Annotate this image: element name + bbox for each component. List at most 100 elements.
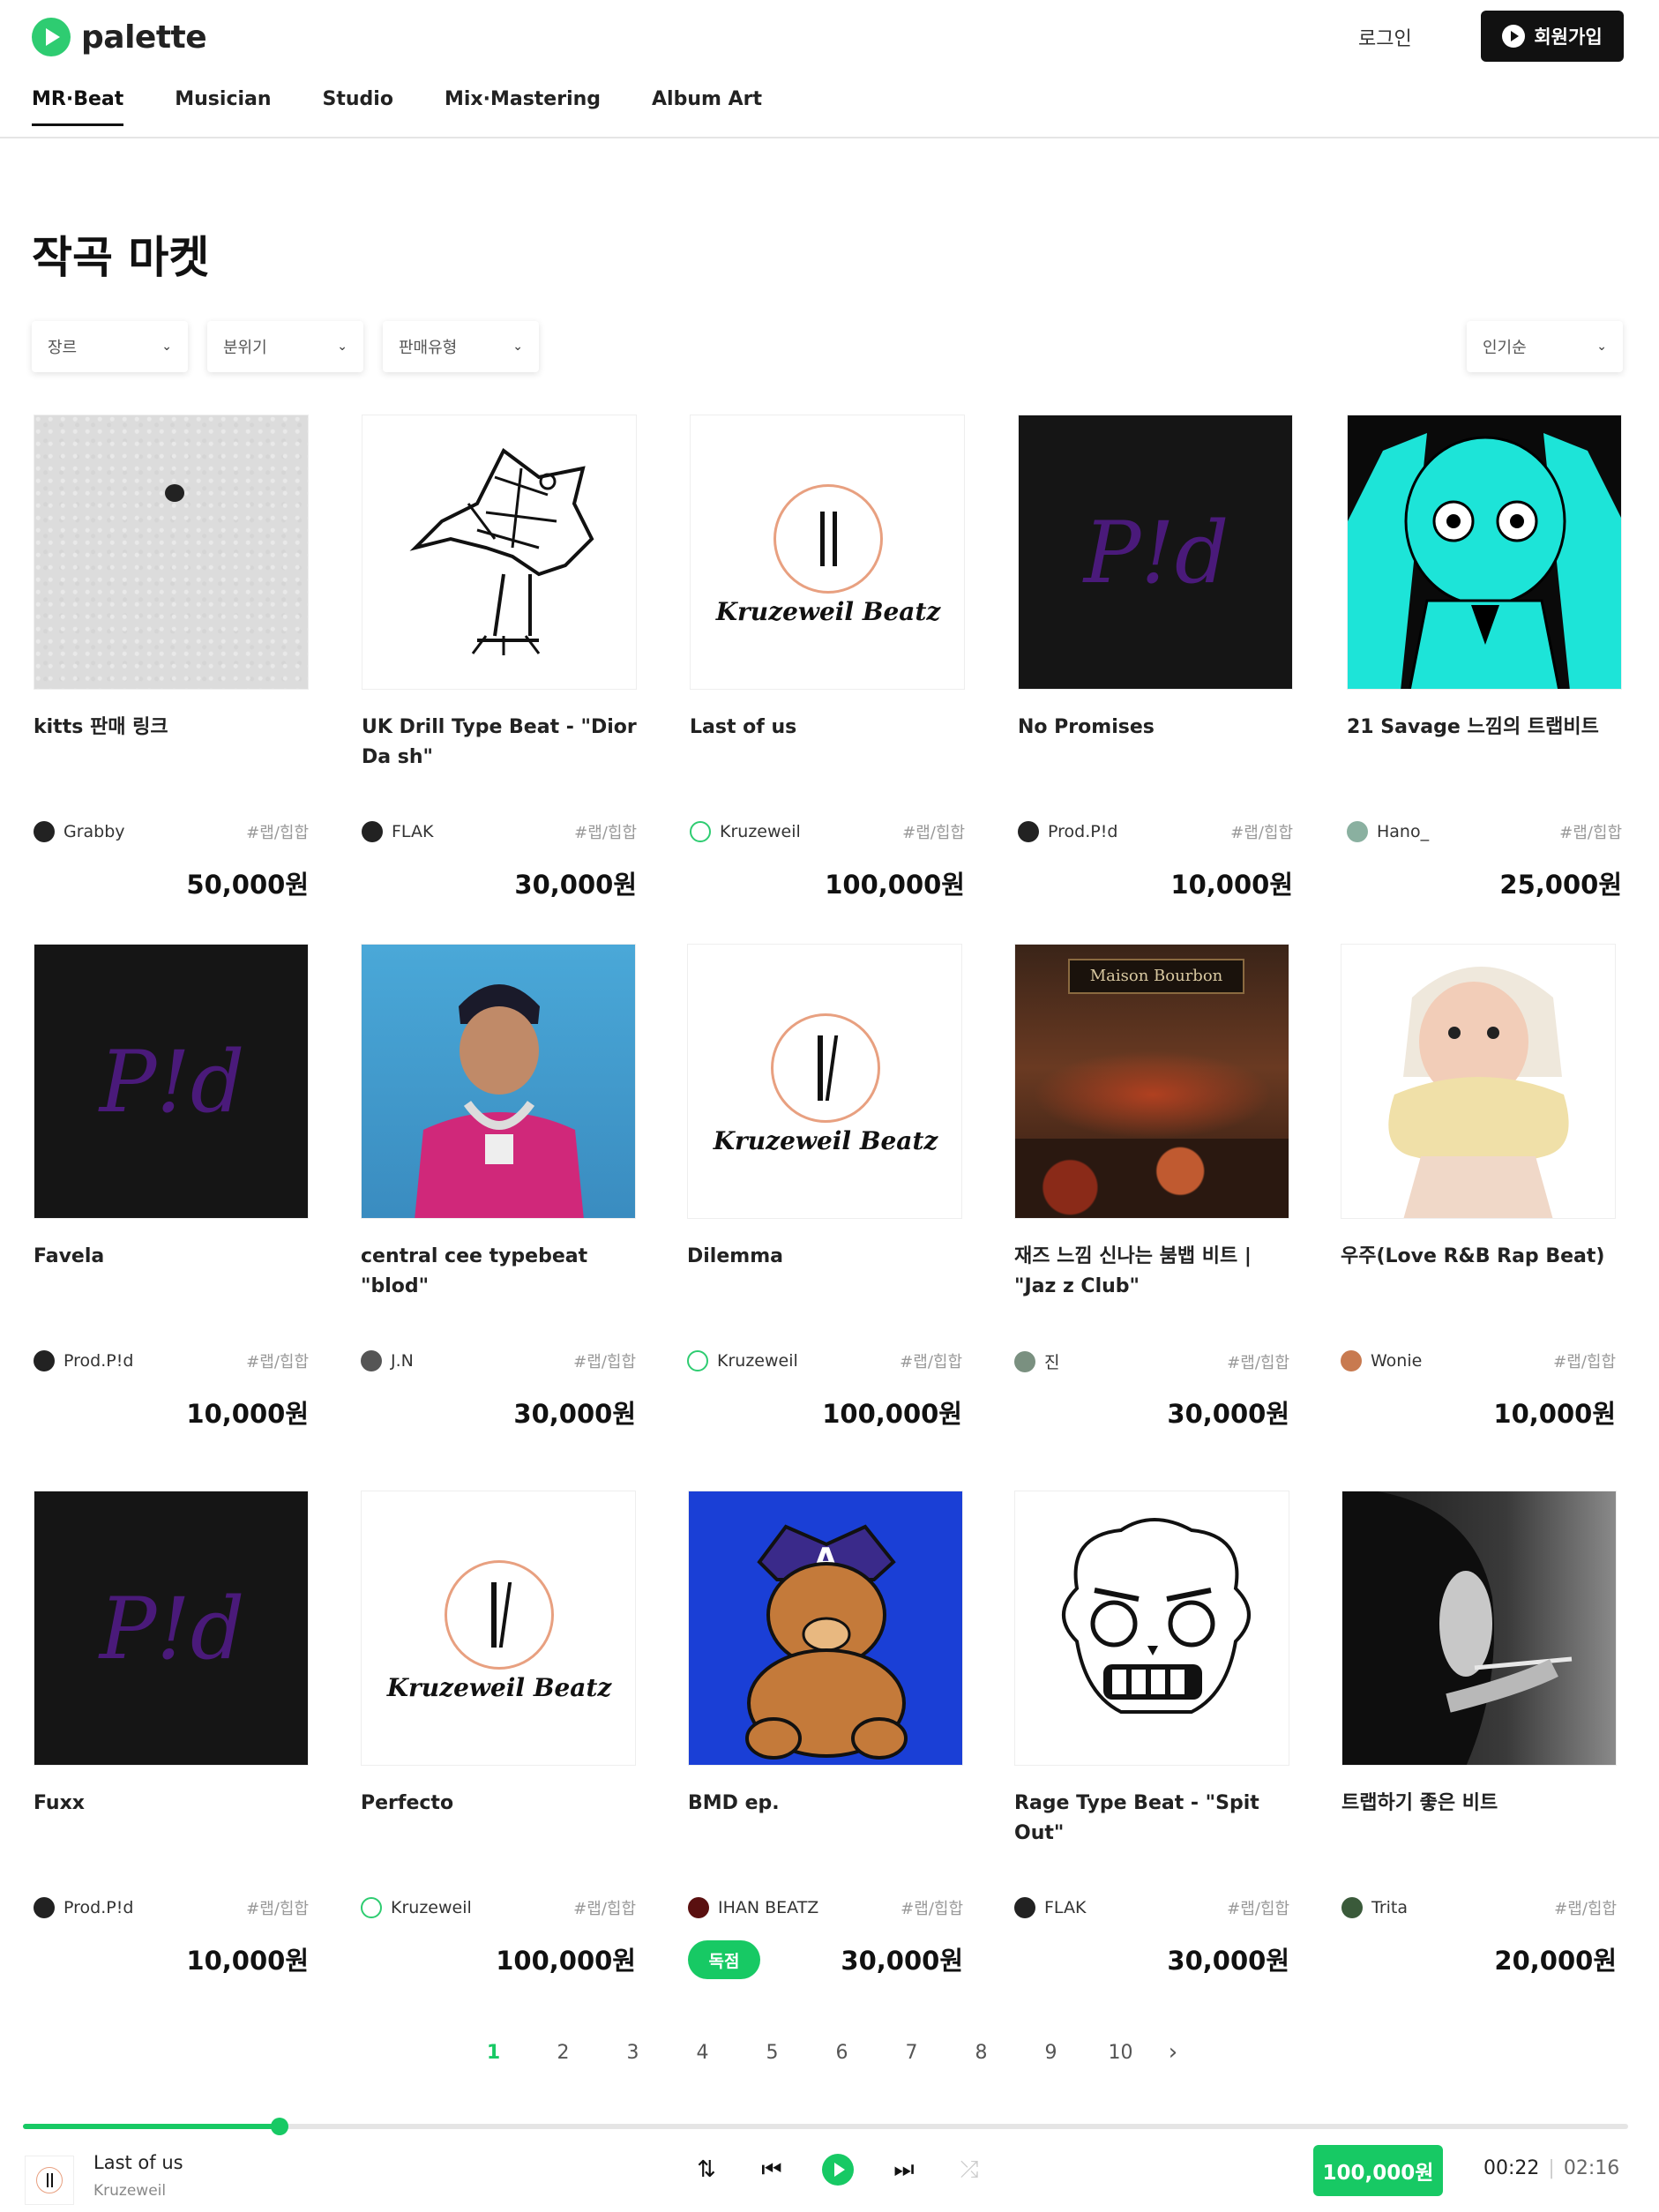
beat-card[interactable]: Kruzeweil Beatz Last of us Kruzeweil #랩/… <box>690 415 965 900</box>
page-4[interactable]: 4 <box>668 2042 737 2064</box>
beat-title[interactable]: Rage Type Beat - "Spit Out" <box>1014 1789 1289 1849</box>
cover-art[interactable]: A <box>688 1491 963 1766</box>
nav-item-musician[interactable]: Musician <box>175 88 271 126</box>
beat-card[interactable]: P!d No Promises Prod.P!d #랩/힙합 10,000원 <box>1018 415 1293 900</box>
artist-link[interactable]: Kruzeweil <box>690 821 801 842</box>
cover-art[interactable] <box>1014 1491 1289 1766</box>
shuffle-icon[interactable]: ⤮ <box>954 2155 984 2185</box>
page-10[interactable]: 10 <box>1086 2042 1155 2064</box>
cover-art[interactable]: Kruzeweil Beatz <box>690 415 965 690</box>
cover-art[interactable] <box>1347 415 1622 690</box>
cover-art[interactable]: P!d <box>1018 415 1293 690</box>
cover-art[interactable]: Kruzeweil Beatz <box>361 1491 636 1766</box>
login-link[interactable]: 로그인 <box>1358 23 1412 51</box>
cover-art[interactable]: P!d <box>34 944 309 1219</box>
cover-art[interactable] <box>1341 1491 1617 1766</box>
beat-card[interactable]: Rage Type Beat - "Spit Out" FLAK #랩/힙합 3… <box>1014 1491 1289 1976</box>
page-8[interactable]: 8 <box>946 2042 1016 2064</box>
artist-link[interactable]: Trita <box>1341 1897 1408 1918</box>
cover-art[interactable]: Maison Bourbon <box>1014 944 1289 1219</box>
genre-tag[interactable]: #랩/힙합 <box>1230 820 1293 843</box>
player-artist-name[interactable]: Kruzeweil <box>93 2182 166 2200</box>
genre-tag[interactable]: #랩/힙합 <box>246 820 309 843</box>
page-2[interactable]: 2 <box>528 2042 598 2064</box>
beat-title[interactable]: 트랩하기 좋은 비트 <box>1341 1789 1617 1819</box>
cover-art[interactable]: P!d <box>34 1491 309 1766</box>
genre-tag[interactable]: #랩/힙합 <box>574 820 637 843</box>
play-icon[interactable] <box>822 2154 854 2186</box>
page-7[interactable]: 7 <box>877 2042 946 2064</box>
beat-card[interactable]: Kruzeweil Beatz Dilemma Kruzeweil #랩/힙합 … <box>687 944 962 1429</box>
genre-tag[interactable]: #랩/힙합 <box>246 1349 309 1372</box>
page-1[interactable]: 1 <box>459 2042 528 2064</box>
genre-tag[interactable]: #랩/힙합 <box>573 1349 636 1372</box>
cover-art[interactable] <box>361 944 636 1219</box>
beat-title[interactable]: Fuxx <box>34 1789 309 1819</box>
progress-handle[interactable] <box>271 2118 289 2135</box>
artist-link[interactable]: 진 <box>1014 1349 1059 1373</box>
beat-title[interactable]: 우주(Love R&B Rap Beat) <box>1341 1242 1616 1272</box>
beat-card[interactable]: P!d Favela Prod.P!d #랩/힙합 10,000원 <box>34 944 309 1429</box>
beat-card[interactable]: A BMD ep. IHAN BEATZ #랩/힙합 독점 30,000원 <box>688 1491 963 1979</box>
artist-link[interactable]: Prod.P!d <box>1018 821 1117 842</box>
artist-link[interactable]: Kruzeweil <box>687 1350 798 1371</box>
beat-card[interactable]: Maison Bourbon 재즈 느낌 신나는 붐뱁 비트 | "Jaz z … <box>1014 944 1289 1429</box>
nav-item-album-art[interactable]: Album Art <box>652 88 762 126</box>
progress-bar[interactable] <box>23 2118 1628 2135</box>
beat-title[interactable]: BMD ep. <box>688 1789 963 1819</box>
player-track-title[interactable]: Last of us <box>93 2152 183 2173</box>
beat-title[interactable]: Dilemma <box>687 1242 962 1272</box>
beat-title[interactable]: Perfecto <box>361 1789 636 1819</box>
artist-link[interactable]: J.N <box>361 1350 414 1371</box>
next-track-icon[interactable]: ⏭ <box>889 2155 919 2185</box>
sale-type-filter[interactable]: 판매유형 ⌄ <box>383 321 539 372</box>
genre-tag[interactable]: #랩/힙합 <box>900 1896 963 1919</box>
artist-link[interactable]: Grabby <box>34 821 125 842</box>
beat-card[interactable]: UK Drill Type Beat - "Dior Da sh" FLAK #… <box>362 415 637 900</box>
beat-card[interactable]: 21 Savage 느낌의 트랩비트 Hano_ #랩/힙합 25,000원 <box>1347 415 1622 900</box>
beat-card[interactable]: 우주(Love R&B Rap Beat) Wonie #랩/힙합 10,000… <box>1341 944 1616 1429</box>
beat-card[interactable]: central cee typebeat "blod" J.N #랩/힙합 30… <box>361 944 636 1429</box>
page-9[interactable]: 9 <box>1016 2042 1086 2064</box>
nav-item-mr-beat[interactable]: MR·Beat <box>32 88 124 126</box>
genre-tag[interactable]: #랩/힙합 <box>573 1896 636 1919</box>
cover-art[interactable] <box>362 415 637 690</box>
genre-tag[interactable]: #랩/힙합 <box>902 820 965 843</box>
genre-tag[interactable]: #랩/힙합 <box>1227 1896 1289 1919</box>
beat-title[interactable]: 재즈 느낌 신나는 붐뱁 비트 | "Jaz z Club" <box>1014 1242 1289 1302</box>
signup-button[interactable]: 회원가입 <box>1481 11 1624 62</box>
cover-art[interactable]: Kruzeweil Beatz <box>687 944 962 1219</box>
artist-link[interactable]: Kruzeweil <box>361 1897 472 1918</box>
beat-title[interactable]: 21 Savage 느낌의 트랩비트 <box>1347 713 1622 743</box>
nav-item-mix-mastering[interactable]: Mix·Mastering <box>445 88 601 126</box>
page-5[interactable]: 5 <box>737 2042 807 2064</box>
cover-art[interactable] <box>1341 944 1616 1219</box>
genre-tag[interactable]: #랩/힙합 <box>1553 1349 1616 1372</box>
sort-select[interactable]: 인기순 ⌄ <box>1467 321 1623 372</box>
genre-tag[interactable]: #랩/힙합 <box>1227 1350 1289 1373</box>
cover-art[interactable] <box>34 415 309 690</box>
next-page-chevron-icon[interactable]: › <box>1155 2039 1191 2066</box>
artist-link[interactable]: FLAK <box>1014 1897 1086 1918</box>
genre-tag[interactable]: #랩/힙합 <box>900 1349 962 1372</box>
buy-price-button[interactable]: 100,000원 <box>1313 2145 1443 2196</box>
mood-filter[interactable]: 분위기 ⌄ <box>207 321 363 372</box>
genre-tag[interactable]: #랩/힙합 <box>1554 1896 1617 1919</box>
beat-title[interactable]: Favela <box>34 1242 309 1272</box>
beat-card[interactable]: P!d Fuxx Prod.P!d #랩/힙합 10,000원 <box>34 1491 309 1976</box>
genre-tag[interactable]: #랩/힙합 <box>1559 820 1622 843</box>
artist-link[interactable]: FLAK <box>362 821 433 842</box>
beat-card[interactable]: 트랩하기 좋은 비트 Trita #랩/힙합 20,000원 <box>1341 1491 1617 1976</box>
beat-title[interactable]: Last of us <box>690 713 965 743</box>
logo[interactable]: palette <box>32 18 207 56</box>
page-3[interactable]: 3 <box>598 2042 668 2064</box>
previous-track-icon[interactable]: ⏮ <box>757 2155 787 2185</box>
page-6[interactable]: 6 <box>807 2042 877 2064</box>
beat-title[interactable]: kitts 판매 링크 <box>34 713 309 743</box>
beat-card[interactable]: kitts 판매 링크 Grabby #랩/힙합 50,000원 <box>34 415 309 900</box>
nav-item-studio[interactable]: Studio <box>323 88 393 126</box>
artist-link[interactable]: Prod.P!d <box>34 1350 133 1371</box>
artist-link[interactable]: Wonie <box>1341 1350 1422 1371</box>
artist-link[interactable]: IHAN BEATZ <box>688 1897 818 1918</box>
genre-tag[interactable]: #랩/힙합 <box>246 1896 309 1919</box>
